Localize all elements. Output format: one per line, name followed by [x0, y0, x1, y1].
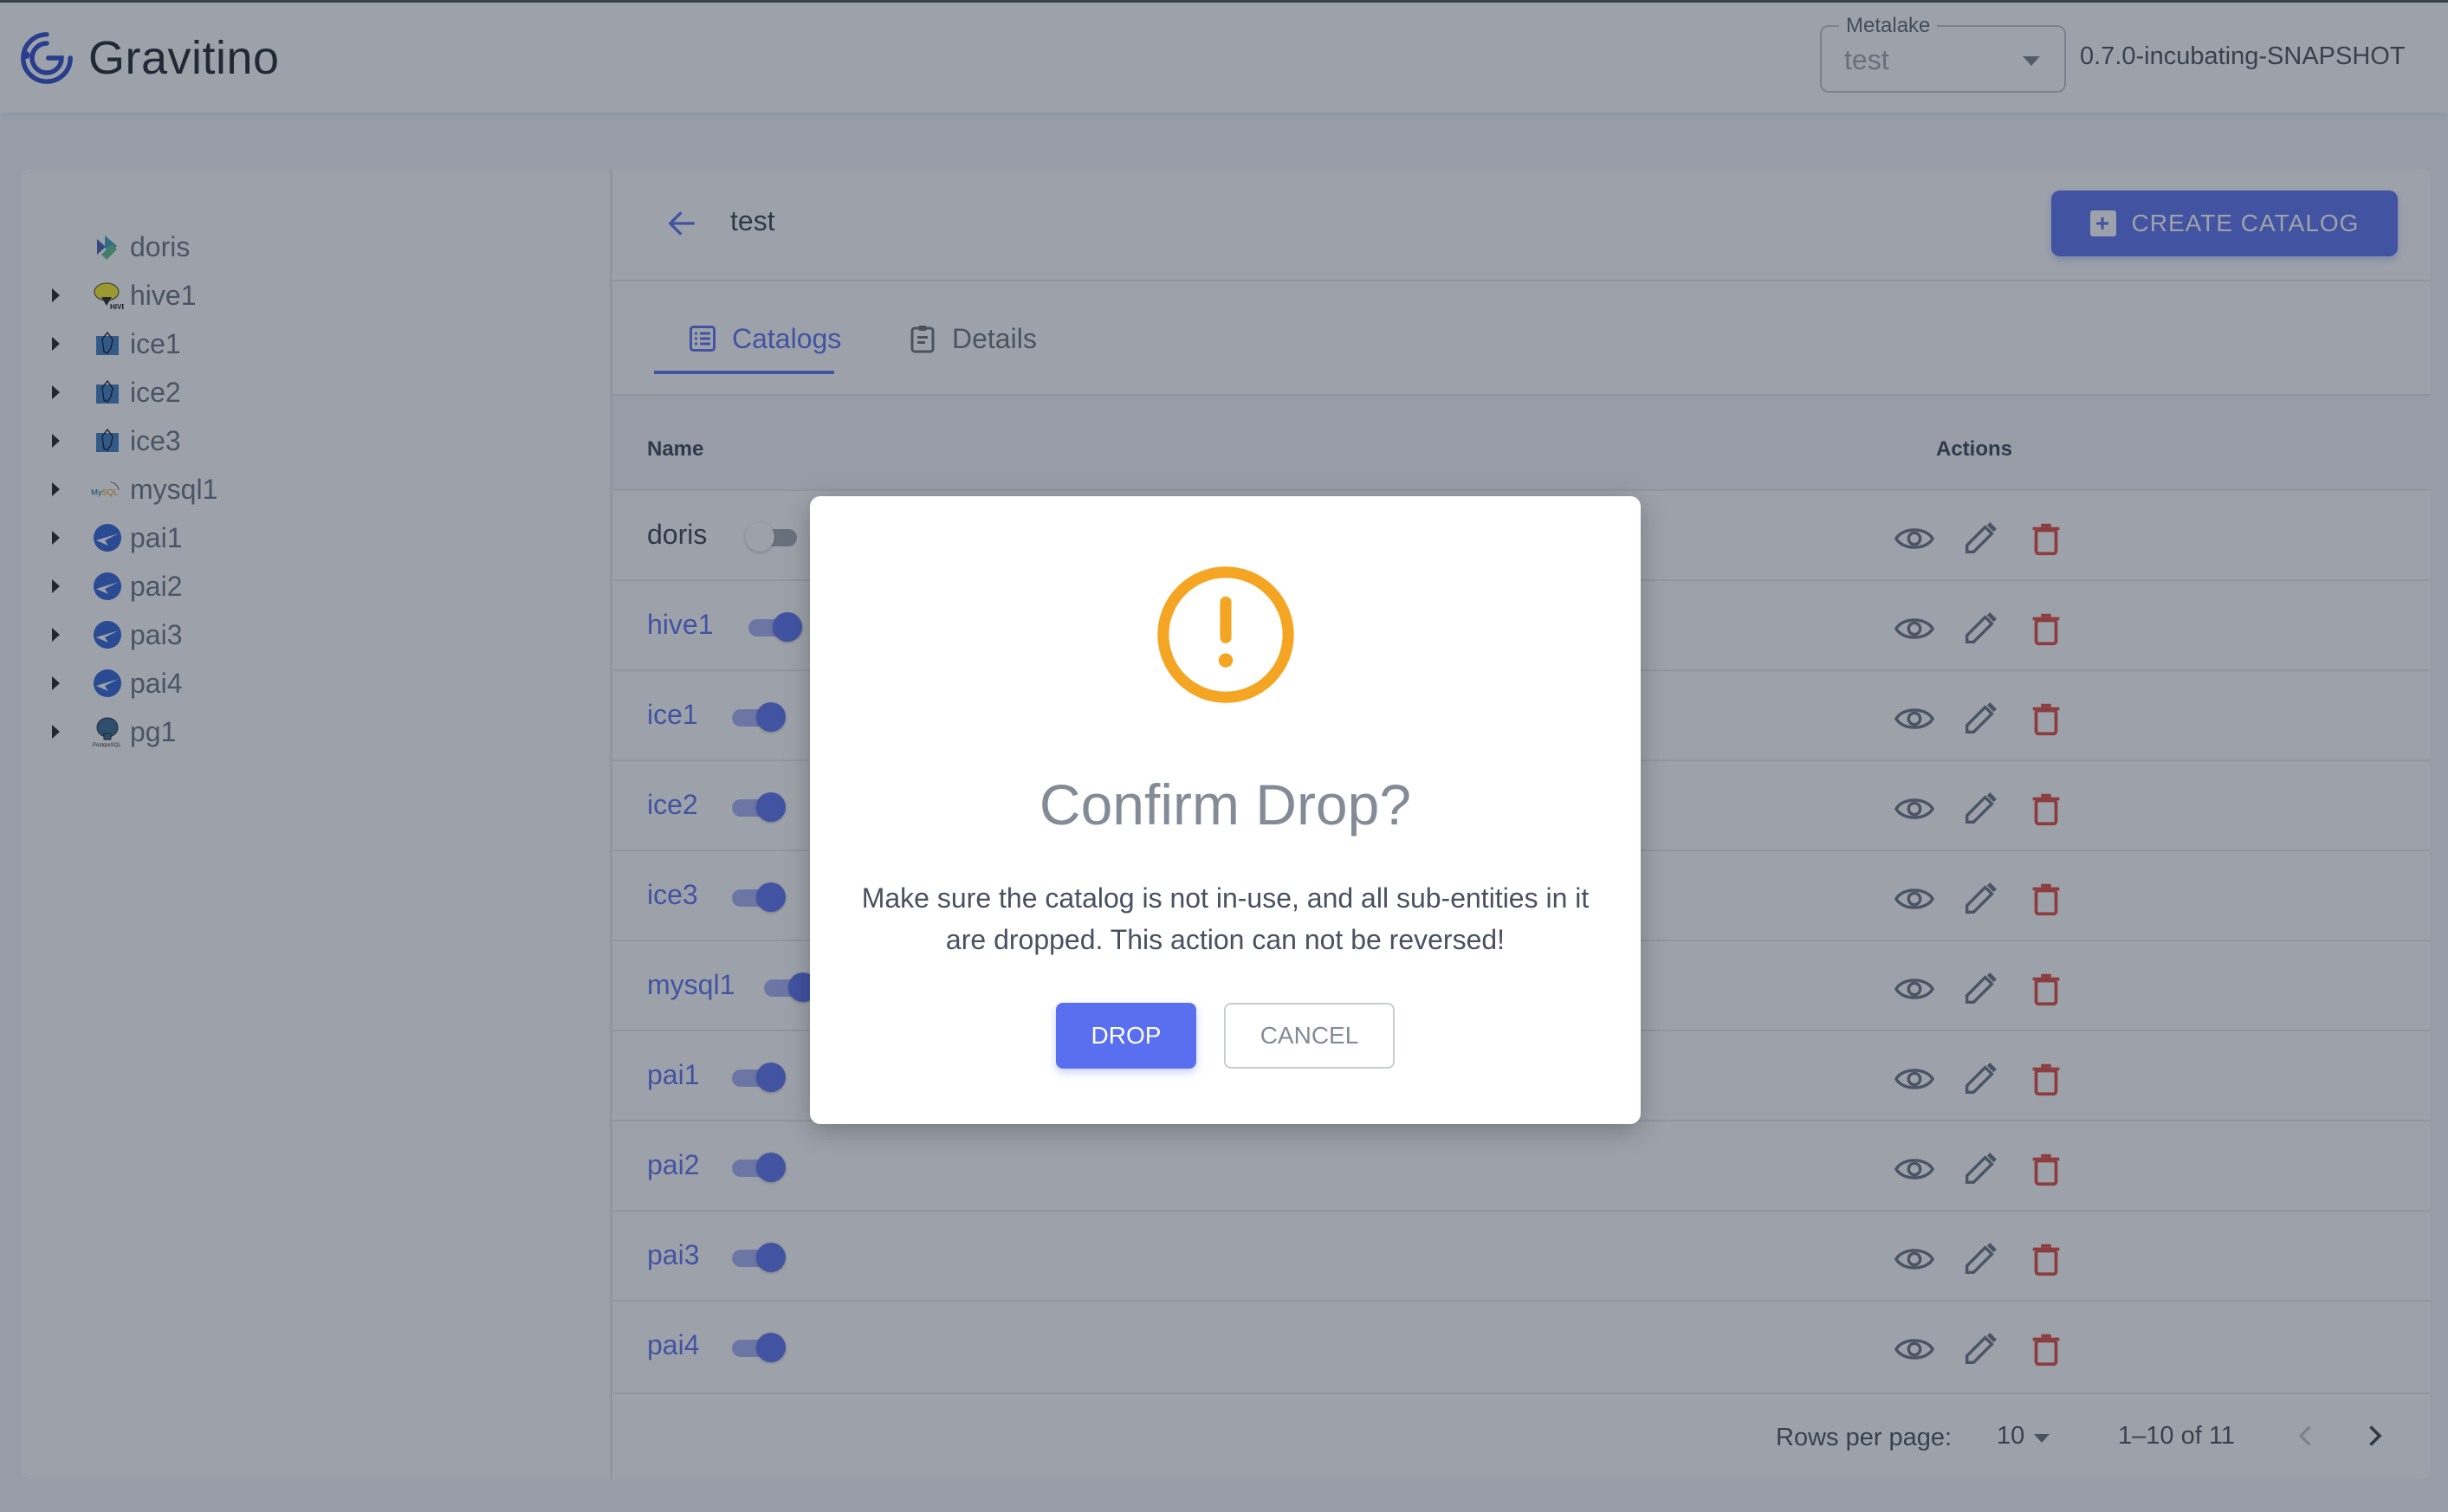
dialog-message: Make sure the catalog is not in-use, and… — [861, 882, 1590, 955]
warning-icon — [1157, 566, 1294, 703]
dialog-title: Confirm Drop? — [1039, 772, 1412, 837]
confirm-drop-dialog: Confirm Drop? Make sure the catalog is n… — [810, 496, 1641, 1124]
drop-button[interactable]: DROP — [1056, 1003, 1196, 1069]
cancel-button[interactable]: CANCEL — [1224, 1003, 1395, 1069]
